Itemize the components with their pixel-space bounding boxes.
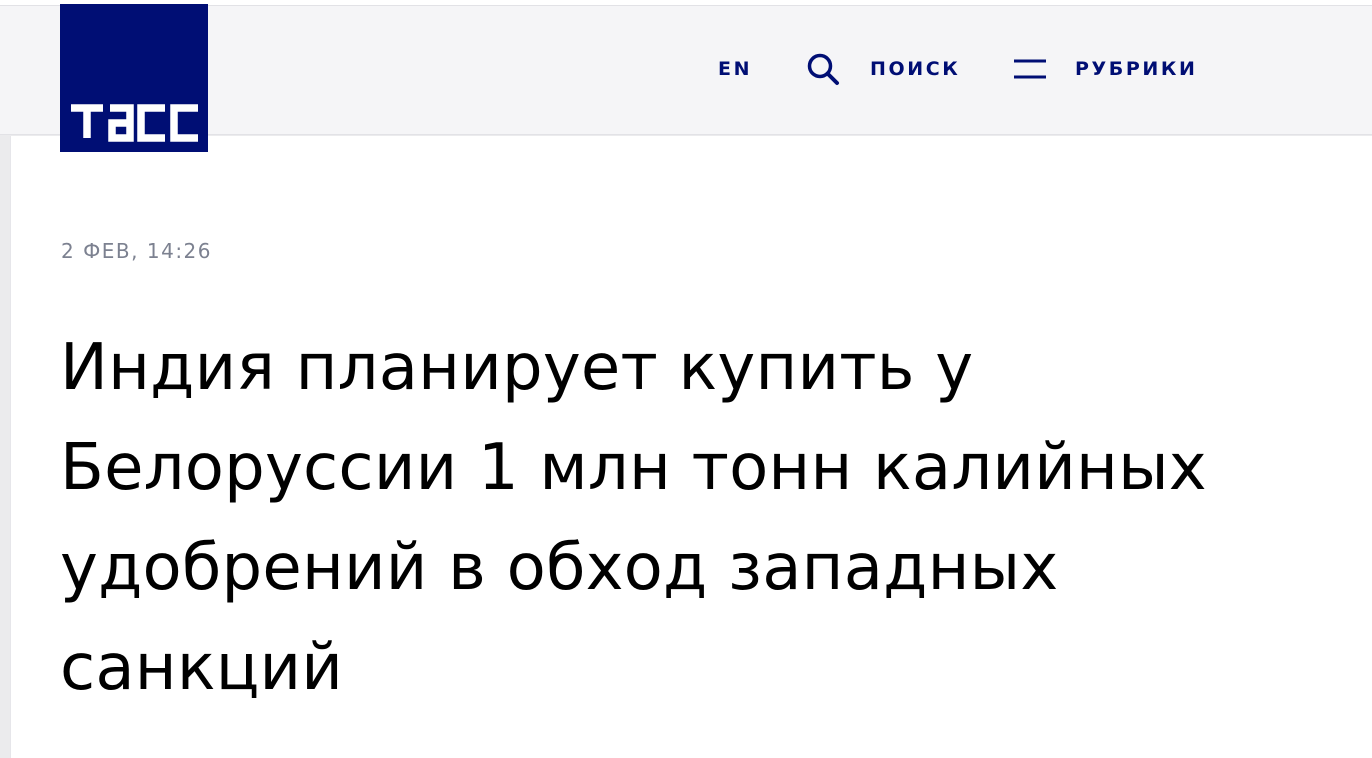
language-label: EN — [718, 58, 753, 80]
menu-icon — [1013, 56, 1047, 82]
search-label: ПОИСК — [870, 58, 961, 80]
search-button[interactable]: ПОИСК — [806, 48, 960, 90]
tass-logo[interactable] — [60, 4, 208, 152]
rubrics-button[interactable]: РУБРИКИ — [1013, 48, 1198, 90]
tass-logo-mark — [71, 104, 198, 142]
article-headline: Индия планирует купить у Белоруссии 1 мл… — [60, 331, 1207, 705]
language-switch-en[interactable]: EN — [718, 48, 752, 90]
rubrics-label: РУБРИКИ — [1075, 58, 1198, 80]
article-date: 2 ФЕВ, 14:26 — [61, 239, 213, 263]
search-icon — [806, 52, 840, 86]
